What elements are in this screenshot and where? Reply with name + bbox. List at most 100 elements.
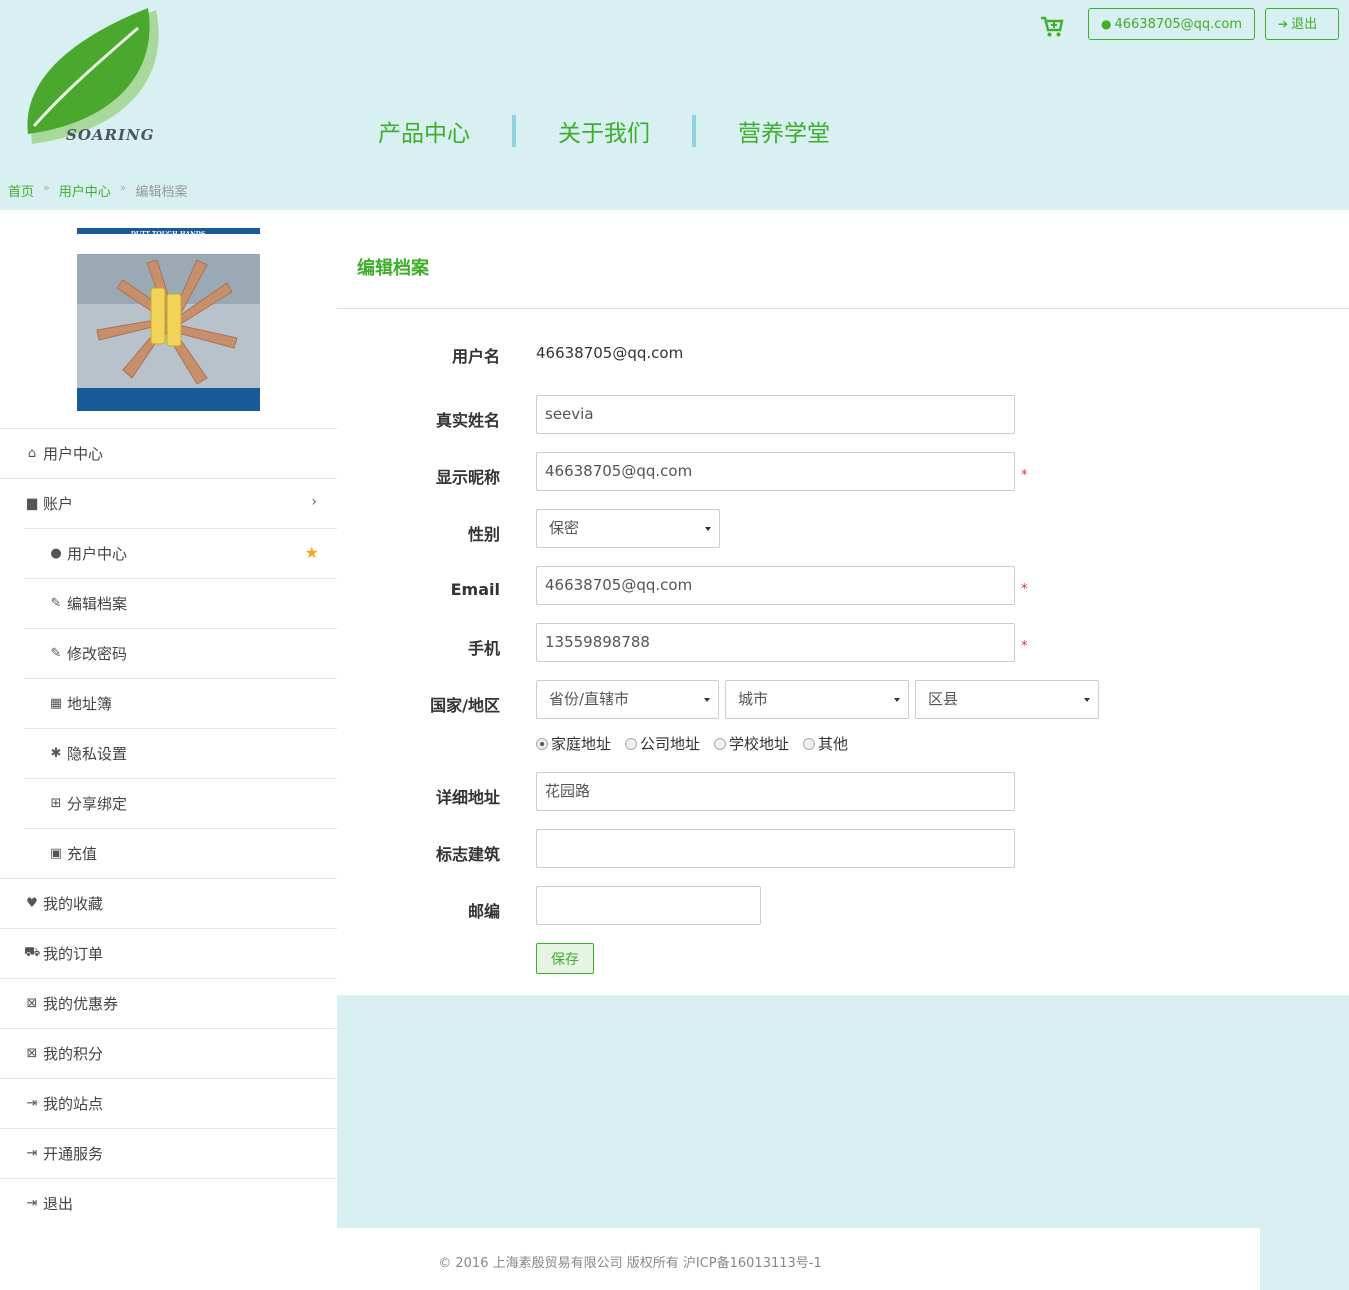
- gender-select[interactable]: 保密: [536, 509, 720, 548]
- sidebar-item-label: 我的优惠券: [43, 995, 119, 1013]
- edit-profile-panel: 编辑档案 用户名 46638705@qq.com 真实姓名 seevia 显示昵…: [337, 210, 1349, 995]
- phone-label: 手机: [467, 639, 500, 658]
- nav-divider: [692, 115, 696, 147]
- nav-item-products[interactable]: 产品中心: [356, 114, 492, 148]
- breadcrumb-home[interactable]: 首页: [8, 181, 34, 200]
- realname-input[interactable]: seevia: [536, 395, 1015, 434]
- gift-icon: ⊠: [26, 1046, 38, 1061]
- phone-input[interactable]: 13559898788: [536, 623, 1015, 662]
- breadcrumb-separator: »: [119, 181, 127, 194]
- sidebar-item-orders[interactable]: ⛟ 我的订单: [0, 928, 337, 978]
- sidebar-item-label: 隐私设置: [67, 745, 128, 763]
- nickname-input[interactable]: 46638705@qq.com: [536, 452, 1015, 491]
- user-account-label: 46638705@qq.com: [1114, 17, 1243, 32]
- promo-hands-image: DUTT TOUGH HANDS: [77, 228, 260, 411]
- sidebar-item-logout[interactable]: ⇥ 退出: [0, 1178, 337, 1228]
- user-account-button[interactable]: ● 46638705@qq.com: [1088, 8, 1255, 40]
- zip-label: 邮编: [467, 902, 500, 921]
- zip-input[interactable]: [536, 886, 761, 925]
- arrow-right-icon: ➔: [1278, 17, 1289, 31]
- address-type-other[interactable]: 其他: [803, 733, 848, 754]
- realname-label: 真实姓名: [435, 411, 500, 430]
- file-icon: ▆: [27, 496, 37, 511]
- radio-icon: [714, 737, 727, 750]
- grid-icon: ▦: [49, 696, 63, 711]
- sidebar-item-label: 我的站点: [43, 1095, 104, 1113]
- sidebar-item-services[interactable]: ⇥ 开通服务: [0, 1128, 337, 1178]
- caret-down-icon: [705, 527, 711, 531]
- nickname-label: 显示昵称: [435, 468, 500, 487]
- edit-icon: ✎: [50, 596, 62, 611]
- address-type-company[interactable]: 公司地址: [625, 733, 700, 754]
- sidebar-item-my-site[interactable]: ⇥ 我的站点: [0, 1078, 337, 1128]
- username-value: 46638705@qq.com: [536, 344, 684, 362]
- province-select[interactable]: 省份/直辖市: [536, 680, 719, 719]
- sidebar-item-user-center[interactable]: ⌂ 用户中心: [0, 428, 337, 478]
- logout-button[interactable]: ➔ 退出: [1265, 8, 1339, 40]
- required-mark: *: [1021, 468, 1028, 483]
- footer: © 2016 上海素殷贸易有限公司 版权所有 沪ICP备16013113号-1: [0, 1228, 1260, 1290]
- sidebar-item-points[interactable]: ⊠ 我的积分: [0, 1028, 337, 1078]
- address-type-school[interactable]: 学校地址: [714, 733, 789, 754]
- city-select[interactable]: 城市: [725, 680, 909, 719]
- sidebar-item-favorites[interactable]: ♥ 我的收藏: [0, 878, 337, 928]
- sidebar: DUTT TOUGH HANDS ⌂ 用户中心 ▆ 账户 › ● 用户中心 ★ …: [0, 210, 337, 1229]
- breadcrumb: 首页 » 用户中心 » 编辑档案: [8, 181, 188, 200]
- address-type-home[interactable]: 家庭地址: [536, 733, 611, 754]
- site-header: SOARING ● 46638705@qq.com ➔ 退出 产品中心 关于我们 营…: [0, 0, 1349, 210]
- logout-label: 退出: [1291, 17, 1318, 32]
- star-icon: ★: [304, 543, 319, 562]
- sidebar-item-label: 地址簿: [67, 695, 113, 713]
- district-select[interactable]: 区县: [915, 680, 1099, 719]
- address-type-label: 公司地址: [640, 735, 701, 753]
- promo-banner-text: DUTT TOUGH HANDS: [131, 231, 205, 238]
- sidebar-item-label: 编辑档案: [67, 595, 128, 613]
- sidebar-item-label: 我的收藏: [43, 895, 104, 913]
- sidebar-subitem-address-book[interactable]: ▦ 地址簿: [24, 678, 337, 728]
- email-input[interactable]: 46638705@qq.com: [536, 566, 1015, 605]
- breadcrumb-user-center[interactable]: 用户中心: [59, 181, 111, 200]
- nav-item-nutrition[interactable]: 营养学堂: [716, 114, 852, 148]
- region-label: 国家/地区: [430, 696, 500, 715]
- sidebar-subitem-privacy[interactable]: ✱ 隐私设置: [24, 728, 337, 778]
- sidebar-subitem-recharge[interactable]: ▣ 充值: [24, 828, 337, 878]
- landmark-input[interactable]: [536, 829, 1015, 868]
- required-mark: *: [1021, 582, 1028, 597]
- address-label: 详细地址: [435, 788, 500, 807]
- save-button[interactable]: 保存: [536, 943, 594, 974]
- address-type-label: 其他: [818, 735, 849, 753]
- share-icon: ⊞: [50, 796, 62, 811]
- sidebar-subitem-share-binding[interactable]: ⊞ 分享绑定: [24, 778, 337, 828]
- sidebar-subitem-user-center[interactable]: ● 用户中心 ★: [24, 528, 337, 578]
- address-type-group: 家庭地址 公司地址 学校地址 其他: [536, 733, 862, 754]
- gift-icon: ⊠: [26, 996, 38, 1011]
- cart-plus-icon: [1041, 16, 1064, 37]
- bug-icon: ✱: [50, 746, 62, 761]
- sidebar-subitem-edit-profile[interactable]: ✎ 编辑档案: [24, 578, 337, 628]
- logo-text: SOARING: [66, 126, 155, 144]
- address-type-label: 家庭地址: [551, 735, 612, 753]
- sidebar-item-account[interactable]: ▆ 账户 ›: [0, 478, 337, 528]
- required-mark: *: [1021, 639, 1028, 654]
- caret-down-icon: [1084, 698, 1090, 702]
- sidebar-item-label: 我的积分: [43, 1045, 104, 1063]
- radio-selected-icon: [536, 737, 548, 750]
- edit-icon: ✎: [50, 646, 62, 661]
- address-input[interactable]: 花园路: [536, 772, 1015, 811]
- money-icon: ▣: [49, 846, 63, 861]
- sidebar-item-coupons[interactable]: ⊠ 我的优惠券: [0, 978, 337, 1028]
- sidebar-subitem-change-password[interactable]: ✎ 修改密码: [24, 628, 337, 678]
- gender-label: 性别: [467, 525, 500, 544]
- promo-image[interactable]: DUTT TOUGH HANDS: [77, 228, 260, 411]
- sidebar-item-label: 用户中心: [43, 445, 104, 463]
- sidebar-menu: ⌂ 用户中心 ▆ 账户 › ● 用户中心 ★ ✎ 编辑档案 ✎ 修改密码 ▦ 地…: [0, 428, 337, 1229]
- chevron-right-icon: ›: [311, 494, 317, 510]
- sidebar-item-label: 我的订单: [43, 945, 104, 963]
- sidebar-item-label: 分享绑定: [67, 795, 128, 813]
- sidebar-item-label: 充值: [67, 845, 98, 863]
- add-to-cart-button[interactable]: [1040, 16, 1064, 38]
- city-value: 城市: [738, 690, 769, 708]
- copyright-text: © 2016 上海素殷贸易有限公司 版权所有 沪ICP备16013113号-1: [438, 1256, 822, 1271]
- nav-item-about[interactable]: 关于我们: [536, 114, 672, 148]
- radio-icon: [803, 737, 816, 750]
